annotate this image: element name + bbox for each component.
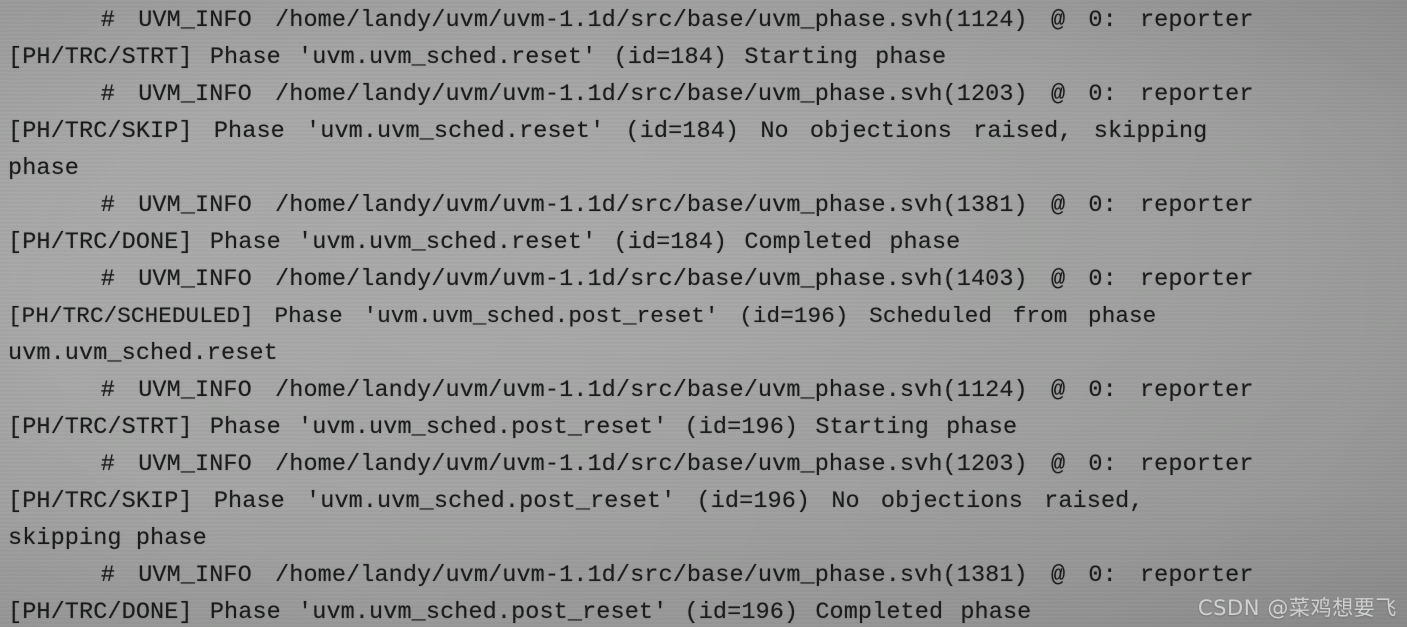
log-line: [PH/TRC/STRT] Phase 'uvm.uvm_sched.reset… — [8, 44, 947, 71]
terminal-screen: # UVM_INFO /home/landy/uvm/uvm-1.1d/src/… — [0, 0, 1407, 627]
log-line: phase — [8, 155, 80, 182]
log-line: [PH/TRC/SKIP] Phase 'uvm.uvm_sched.reset… — [8, 118, 1208, 145]
log-line: # UVM_INFO /home/landy/uvm/uvm-1.1d/src/… — [8, 192, 1254, 219]
console-log-output[interactable]: # UVM_INFO /home/landy/uvm/uvm-1.1d/src/… — [0, 0, 1407, 627]
log-line: [PH/TRC/DONE] Phase 'uvm.uvm_sched.post_… — [8, 599, 1032, 626]
log-line: [PH/TRC/STRT] Phase 'uvm.uvm_sched.post_… — [8, 414, 1018, 441]
log-line: [PH/TRC/SCHEDULED] Phase 'uvm.uvm_sched.… — [8, 303, 1157, 329]
log-line: [PH/TRC/DONE] Phase 'uvm.uvm_sched.reset… — [8, 229, 961, 256]
log-line: skipping phase — [8, 525, 207, 552]
log-line: # UVM_INFO /home/landy/uvm/uvm-1.1d/src/… — [8, 81, 1254, 108]
csdn-watermark: CSDN @菜鸡想要飞 — [1197, 596, 1397, 620]
log-line: # UVM_INFO /home/landy/uvm/uvm-1.1d/src/… — [8, 451, 1254, 478]
log-line: uvm.uvm_sched.reset — [8, 340, 278, 367]
log-line: [PH/TRC/SKIP] Phase 'uvm.uvm_sched.post_… — [8, 488, 1144, 515]
log-line: # UVM_INFO /home/landy/uvm/uvm-1.1d/src/… — [8, 7, 1254, 34]
log-line: # UVM_INFO /home/landy/uvm/uvm-1.1d/src/… — [8, 377, 1254, 404]
log-line: # UVM_INFO /home/landy/uvm/uvm-1.1d/src/… — [8, 562, 1254, 589]
log-line: # UVM_INFO /home/landy/uvm/uvm-1.1d/src/… — [8, 266, 1254, 293]
